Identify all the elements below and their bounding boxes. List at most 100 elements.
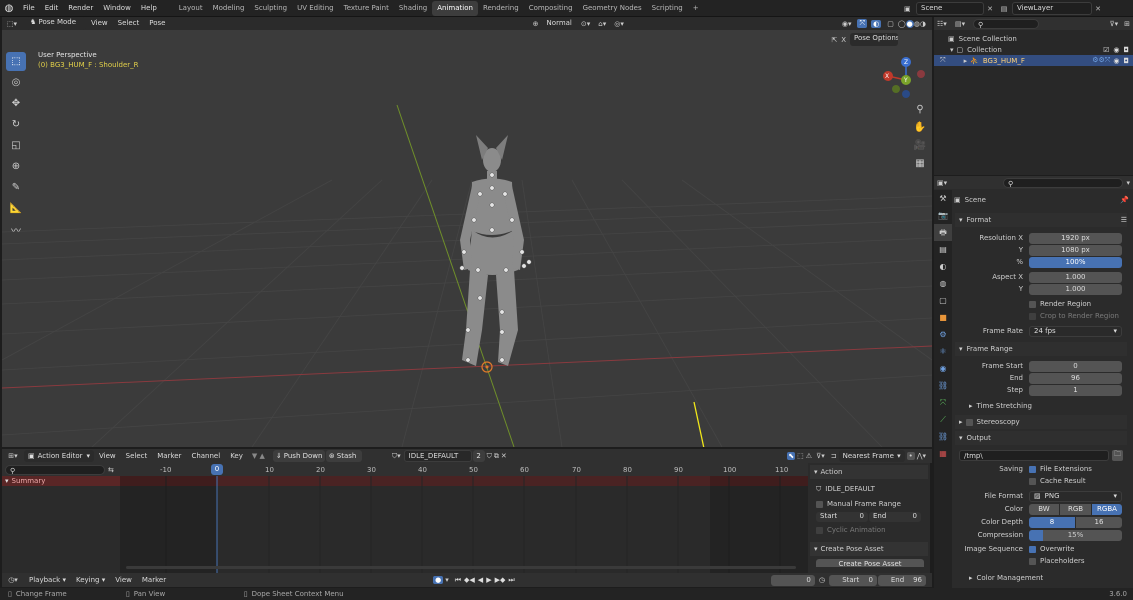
dopesheet-menu-channel[interactable]: Channel [186, 449, 225, 463]
proportional-icon[interactable]: • [906, 452, 915, 460]
horizontal-scrollbar[interactable] [126, 566, 796, 569]
timeline-start-field[interactable]: Start 0 [829, 574, 877, 586]
snap-icon[interactable]: ⌂▾ [598, 20, 606, 28]
snap-magnet-icon[interactable]: ⊐ [831, 452, 837, 460]
outliner-search-input[interactable]: ⚲ [973, 18, 1039, 29]
mirror-x-icon[interactable]: X [841, 36, 846, 44]
create-pose-header[interactable]: Create Pose Asset [821, 542, 884, 556]
eye-icon[interactable]: ◉ [1113, 57, 1119, 65]
expand-arrow-icon[interactable]: ▾ [950, 46, 954, 54]
3d-viewport[interactable]: User Perspective (0) BG3_HUM_F : Shoulde… [2, 30, 932, 447]
editor-mode-dropdown[interactable]: ▣ Action Editor ▾ [24, 450, 94, 462]
tab-layout[interactable]: Layout [174, 1, 208, 16]
dopesheet-menu-marker[interactable]: Marker [152, 449, 186, 463]
relax-pose-tool-icon[interactable]: 〰 [6, 220, 26, 239]
scene-collection-label[interactable]: Scene Collection [959, 35, 1017, 43]
collapse-arrow-icon[interactable]: ▾ [959, 431, 963, 445]
action-browse-icon[interactable]: ⛉▾ [392, 452, 401, 461]
stereoscopy-checkbox[interactable] [965, 418, 973, 426]
modifier-tab-icon[interactable]: ⚙ [934, 326, 952, 343]
play-icon[interactable]: ▶ [486, 576, 491, 584]
channel-search-input[interactable]: ⚲ [5, 464, 105, 475]
collapse-arrow-icon[interactable]: ▾ [814, 465, 818, 479]
xray-icon[interactable]: ▢ [887, 20, 894, 28]
frame-end-field[interactable]: 96 [1029, 372, 1122, 384]
expand-arrow-icon[interactable]: ▸ [959, 415, 963, 429]
move-tool-icon[interactable]: ✥ [6, 94, 26, 113]
only-errors-icon[interactable]: ⚠ [806, 452, 812, 460]
viewport-menu-pose[interactable]: Pose [144, 17, 170, 30]
compression-slider[interactable]: 15% [1029, 529, 1122, 541]
fake-user-icon[interactable]: ⛉ [487, 452, 492, 461]
view-layer-selector[interactable]: ViewLayer [1012, 2, 1092, 15]
expand-arrow-icon[interactable]: ▸ [969, 571, 973, 585]
expand-arrow-icon[interactable]: ▸ [964, 57, 968, 65]
create-pose-asset-button[interactable]: Create Pose Asset [816, 559, 924, 567]
dopesheet-menu-view[interactable]: View [94, 449, 121, 463]
transform-tool-icon[interactable]: ⊕ [6, 157, 26, 176]
texture-tab-icon[interactable]: ▦ [934, 445, 952, 462]
sidebar-toggle-icon[interactable]: ⇱ [831, 36, 837, 44]
snapping-dropdown[interactable]: Nearest Frame ▾ [838, 450, 905, 462]
checkbox-icon[interactable]: ☑ [1103, 46, 1109, 54]
keying-menu[interactable]: Keying ▾ [71, 573, 110, 587]
preview-range-icon[interactable]: ◷ [819, 576, 825, 584]
pan-hand-icon[interactable]: ✋ [911, 118, 929, 136]
action-name-input[interactable]: IDLE_DEFAULT [403, 450, 472, 462]
chevron-down-icon[interactable]: ▾ [1126, 179, 1130, 187]
outliner-type-icon[interactable]: ☷▾ [937, 20, 955, 28]
collection-label[interactable]: Collection [967, 46, 1103, 54]
timeline-menu-marker[interactable]: Marker [137, 573, 171, 587]
shading-solid-icon[interactable]: ● [905, 19, 914, 28]
push-down-button[interactable]: ⇓ Push Down [272, 450, 325, 462]
render-region-checkbox[interactable] [1029, 300, 1036, 308]
manual-start-field[interactable]: Start 0 [816, 511, 868, 522]
rotate-tool-icon[interactable]: ↻ [6, 115, 26, 134]
manual-frame-range-checkbox[interactable] [816, 500, 823, 508]
constraint-tab-icon[interactable]: ⛓ [934, 377, 952, 394]
stereoscopy-header[interactable]: Stereoscopy [977, 415, 1020, 429]
physics-tab-icon[interactable]: ◉ [934, 360, 952, 377]
shading-rendered-icon[interactable]: ◑ [920, 20, 926, 28]
camera-view-icon[interactable]: 🎥 [911, 136, 929, 154]
output-header[interactable]: Output [967, 431, 991, 445]
world-tab-icon[interactable]: ◍ [934, 275, 952, 292]
unlink-action-icon[interactable]: ✕ [501, 452, 507, 460]
visibility-icon[interactable]: ◉▾ [842, 20, 852, 28]
eye-icon[interactable]: ◉ [1113, 46, 1119, 54]
file-extensions-checkbox[interactable] [1029, 465, 1036, 473]
summary-channel[interactable]: ▾ Summary [2, 476, 120, 486]
resolution-percent-field[interactable]: 100% [1029, 256, 1122, 268]
frame-range-header[interactable]: Frame Range [967, 342, 1013, 356]
color-management-header[interactable]: Color Management [977, 571, 1044, 585]
pin-icon[interactable]: 📌 [1120, 196, 1129, 204]
current-frame-field[interactable]: 0 [770, 574, 815, 586]
tab-modeling[interactable]: Modeling [208, 1, 250, 16]
tab-sculpting[interactable]: Sculpting [249, 1, 292, 16]
output-path-input[interactable]: /tmp\ [959, 449, 1109, 461]
format-header[interactable]: Format [967, 213, 1121, 227]
view-layer-tab-icon[interactable]: ▤ [934, 241, 952, 258]
tab-texture-paint[interactable]: Texture Paint [339, 1, 394, 16]
outliner-row-object[interactable]: ⤧ ▸ ⛹ BG3_HUM_F ⚙⚙⤧ ◉ ◘ [934, 55, 1133, 66]
camera-icon[interactable]: ◘ [1123, 57, 1129, 65]
color-rgba-button[interactable]: RGBA [1092, 503, 1122, 515]
timeline-menu-view[interactable]: View [110, 573, 137, 587]
filter-icon[interactable]: ⊽▾ [816, 452, 825, 460]
collapse-arrow-icon[interactable]: ▾ [959, 213, 963, 227]
tab-shading[interactable]: Shading [394, 1, 432, 16]
swap-icon[interactable]: ⇆ [108, 466, 114, 474]
shading-wireframe-icon[interactable]: ◯ [898, 20, 906, 28]
pivot-icon[interactable]: ⊙▾ [581, 20, 590, 28]
timeline-end-field[interactable]: End 96 [878, 574, 926, 586]
close-icon[interactable]: ✕ [1092, 5, 1104, 13]
action-users-count[interactable]: 2 [472, 450, 485, 462]
file-format-dropdown[interactable]: ▨ PNG ▾ [1029, 490, 1122, 502]
frame-step-field[interactable]: 1 [1029, 384, 1122, 396]
jump-start-icon[interactable]: ⏮ [455, 576, 461, 585]
only-selected-icon[interactable]: ⬉ [787, 452, 796, 460]
aspect-x-field[interactable]: 1.000 [1029, 271, 1122, 283]
orientation-selector[interactable]: Normal [542, 17, 577, 30]
cache-result-checkbox[interactable] [1029, 477, 1036, 485]
menu-window[interactable]: Window [98, 0, 136, 17]
